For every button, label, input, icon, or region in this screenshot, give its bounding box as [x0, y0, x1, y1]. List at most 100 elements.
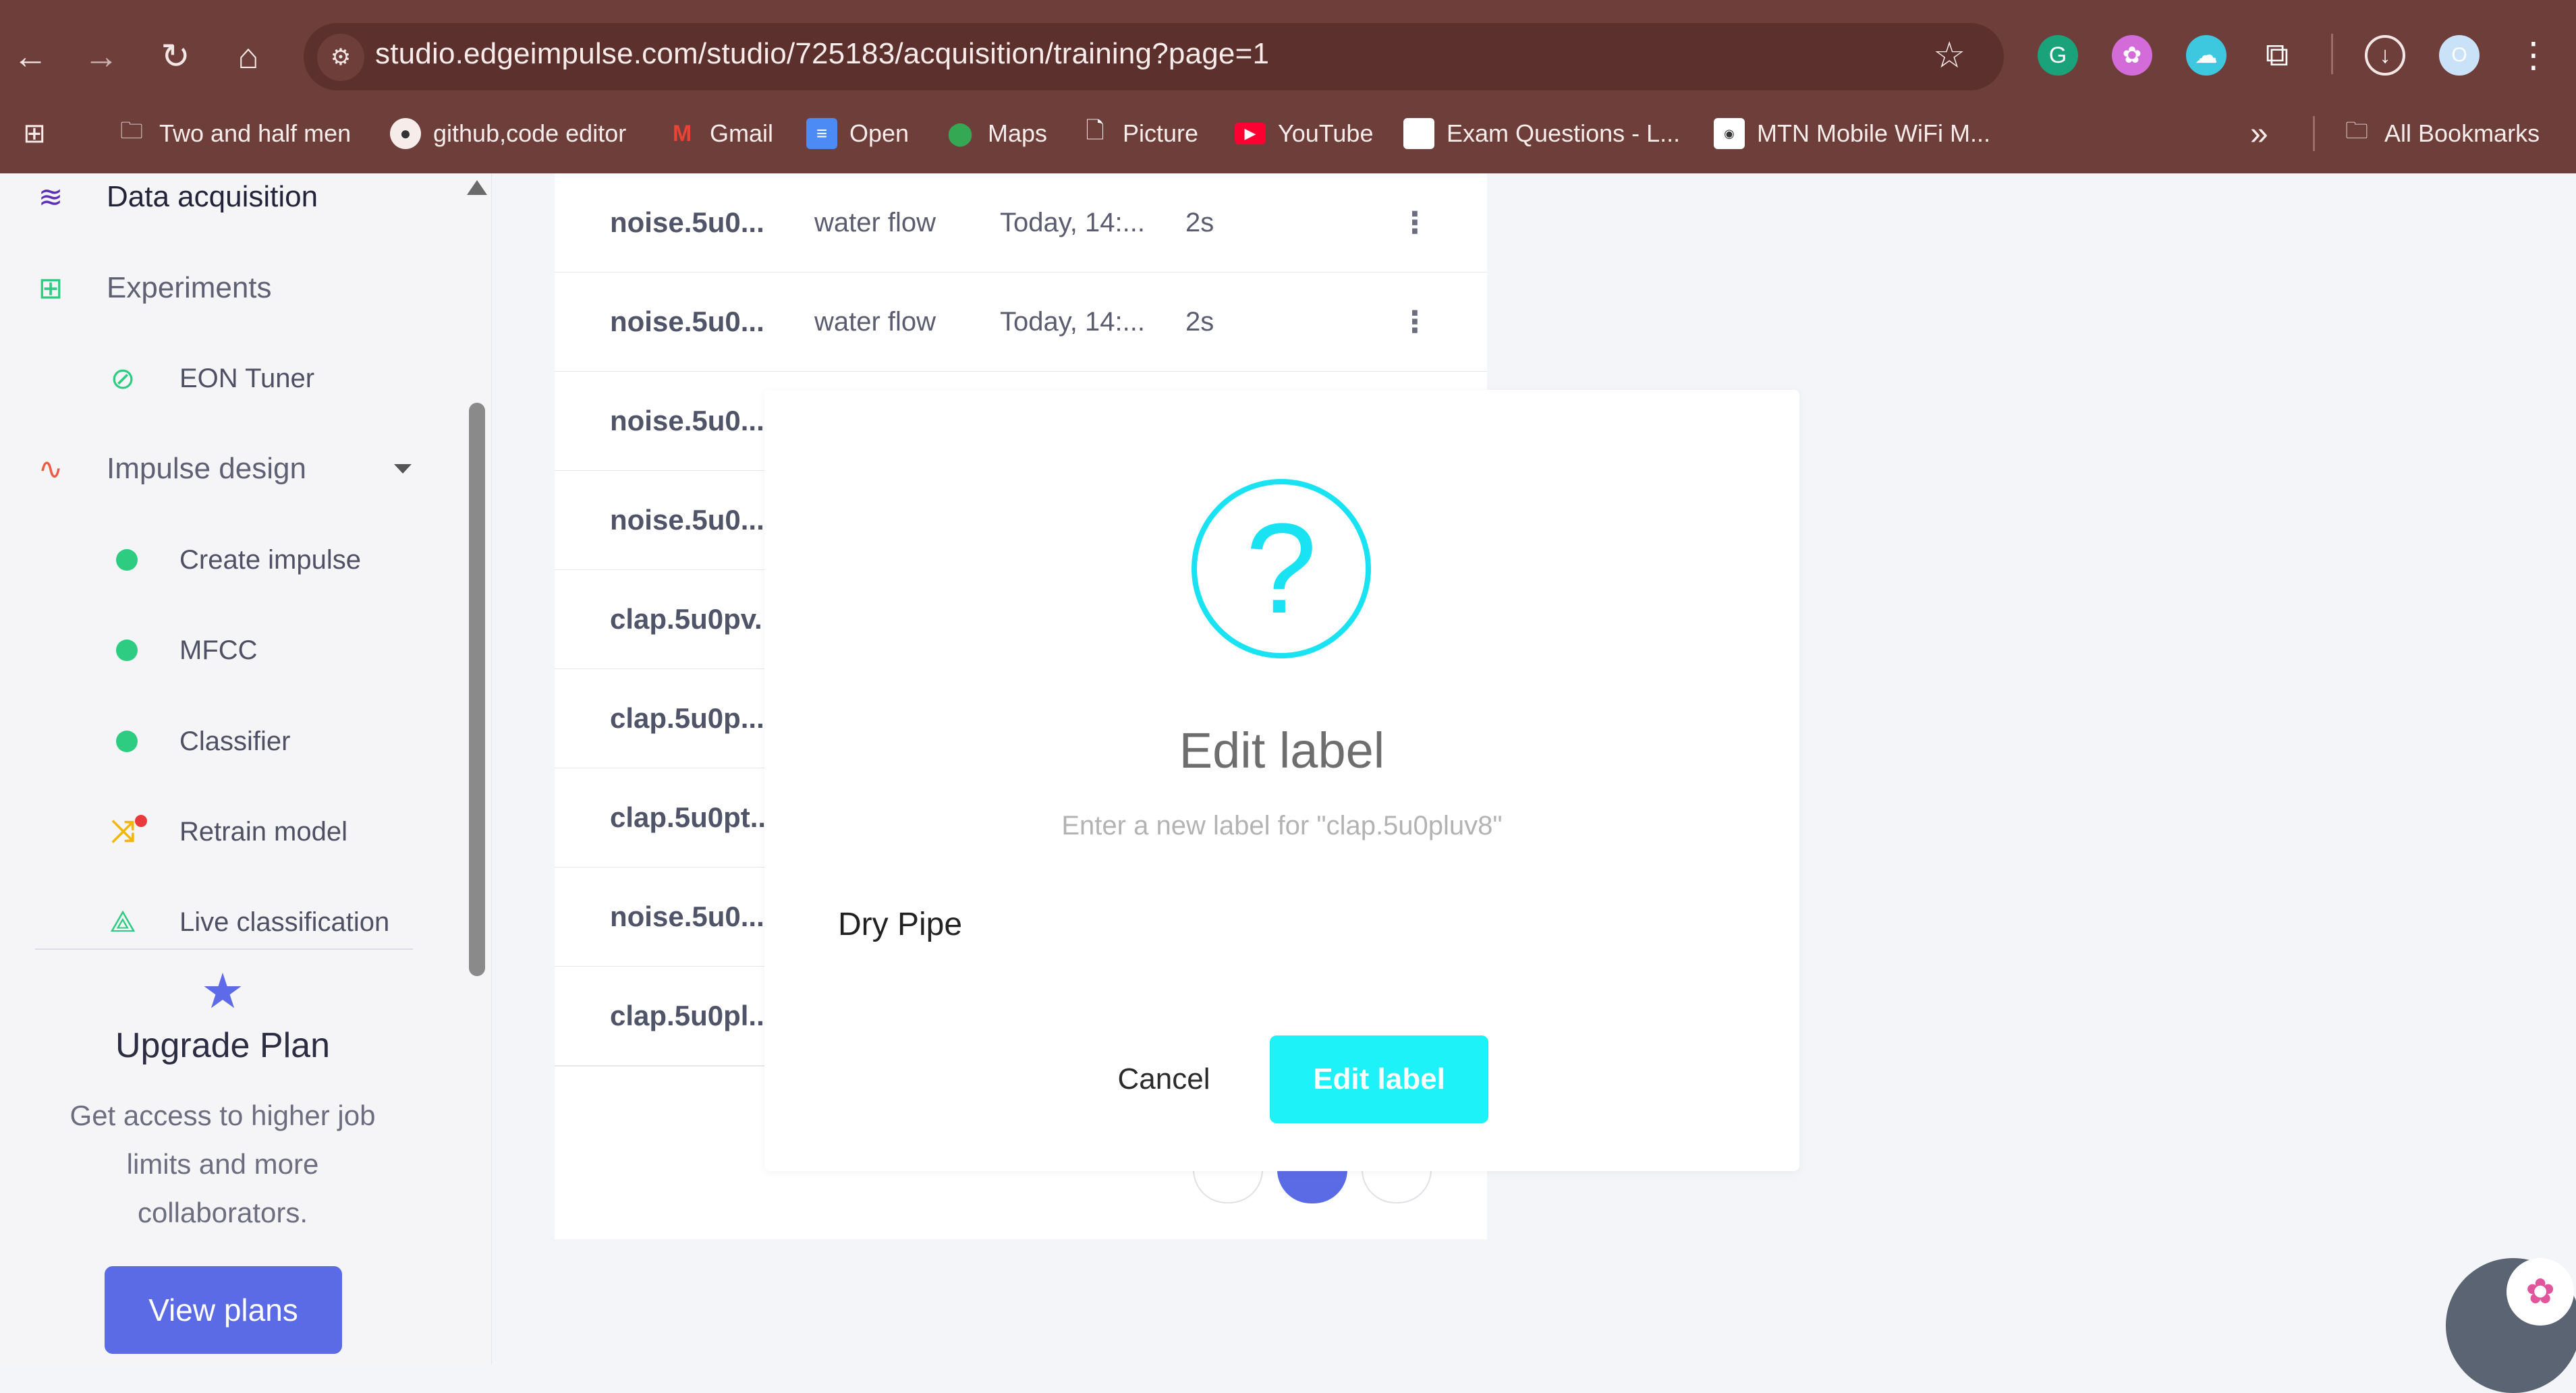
edit-label-button[interactable]: Edit label	[1270, 1035, 1488, 1123]
bookmark-label: Open	[849, 119, 909, 147]
sidebar-item-label: Classifier	[179, 726, 291, 756]
sample-name[interactable]: clap.5u0p...	[610, 669, 771, 768]
upgrade-plan-title: Upgrade Plan	[115, 1026, 330, 1065]
bookmark-label: Picture	[1123, 119, 1199, 147]
all-bookmarks-label: All Bookmarks	[2384, 119, 2540, 147]
back-arrow-icon: ←	[13, 37, 48, 76]
sample-name[interactable]: noise.5u0...	[610, 273, 771, 371]
apps-grid-icon[interactable]: ⊞	[19, 113, 62, 154]
sidebar-item-label: Impulse design	[107, 452, 306, 485]
bookmark-exam-questions[interactable]: Exam Questions - L...	[1403, 113, 1680, 154]
table-row[interactable]: noise.5u0... water flow Today, 14:... 2s ⋮	[555, 173, 1487, 273]
sample-label: water flow	[814, 207, 936, 237]
gmail-icon: M	[672, 120, 692, 146]
brain-extension-float-icon[interactable]: ✿	[2507, 1258, 2574, 1326]
bookmarks-overflow-button[interactable]: »	[2250, 113, 2268, 154]
folder-icon: 🗀	[120, 117, 143, 144]
sidebar-divider	[35, 948, 413, 950]
sample-name[interactable]: noise.5u0...	[610, 173, 771, 272]
sidebar-scrollbar-thumb[interactable]	[469, 403, 485, 976]
bookmark-two-and-half-men[interactable]: 🗀 Two and half men	[116, 113, 351, 154]
forward-arrow-icon: →	[84, 37, 119, 76]
sidebar-item-retrain-model[interactable]: ⤨ Retrain model	[0, 795, 472, 869]
mtn-icon: ◉	[1714, 118, 1745, 149]
sample-name[interactable]: clap.5u0pt..	[610, 768, 771, 867]
sidebar-item-experiments[interactable]: ⊞ Experiments	[0, 251, 472, 325]
sparkle-star-icon: ★	[200, 965, 245, 1019]
sidebar-item-mfcc[interactable]: MFCC	[0, 613, 472, 687]
bookmark-maps[interactable]: ⬤ Maps	[945, 113, 1047, 154]
bookmark-star-icon[interactable]: ☆	[1933, 34, 1965, 76]
profile-avatar[interactable]: O	[2439, 35, 2480, 76]
bookmark-mtn[interactable]: ◉ MTN Mobile WiFi M...	[1714, 113, 1990, 154]
row-menu-icon[interactable]: ⋮	[1395, 273, 1435, 371]
compass-icon: ⊘	[110, 362, 136, 395]
database-icon: ≋	[38, 180, 63, 214]
network-icon: ⟁	[109, 905, 136, 938]
sample-name[interactable]: noise.5u0...	[610, 471, 771, 569]
page-icon	[1403, 118, 1434, 149]
download-icon[interactable]: ↓	[2365, 35, 2405, 76]
bookmark-label: MTN Mobile WiFi M...	[1757, 119, 1990, 147]
sidebar-item-label: Data acquisition	[107, 180, 318, 213]
sample-name[interactable]: noise.5u0...	[610, 868, 771, 966]
sample-name[interactable]: noise.5u0...	[610, 372, 771, 470]
folder-icon: 🗀	[2345, 117, 2368, 144]
table-icon: ⊞	[38, 271, 63, 305]
toolbar-divider	[2331, 34, 2333, 74]
reload-icon: ↻	[161, 37, 190, 76]
view-plans-button[interactable]: View plans	[105, 1266, 342, 1354]
bookmark-gmail[interactable]: M Gmail	[667, 113, 773, 154]
sidebar-item-label: MFCC	[179, 635, 258, 665]
docs-icon: ≡	[806, 118, 837, 149]
sidebar-item-label: Live classification	[179, 907, 390, 937]
youtube-icon: ▶	[1235, 123, 1266, 144]
site-info-icon[interactable]: ⚙	[317, 34, 364, 81]
sample-label: water flow	[814, 306, 936, 337]
bookmark-picture[interactable]: 🗋 Picture	[1080, 113, 1198, 154]
file-icon: 🗋	[1086, 117, 1104, 144]
bookmark-youtube[interactable]: ▶ YouTube	[1235, 113, 1373, 154]
bookmark-label: Two and half men	[159, 119, 352, 147]
status-dot-icon	[107, 630, 147, 671]
sidebar-item-create-impulse[interactable]: Create impulse	[0, 523, 472, 597]
brain-extension-icon[interactable]: ✿	[2112, 35, 2152, 76]
sidebar-item-impulse-design[interactable]: ∿ Impulse design	[0, 432, 472, 506]
all-bookmarks-button[interactable]: 🗀 All Bookmarks	[2341, 113, 2540, 154]
reload-button[interactable]: ↻	[148, 30, 202, 84]
github-icon: ●	[390, 118, 421, 149]
chevron-down-icon[interactable]	[394, 464, 412, 474]
sidebar-item-label: EON Tuner	[179, 363, 315, 393]
new-label-input[interactable]	[818, 890, 1600, 958]
url-text[interactable]: studio.edgeimpulse.com/studio/725183/acq…	[375, 37, 1269, 71]
bookmark-open[interactable]: ≡ Open	[806, 113, 909, 154]
maps-icon: ⬤	[947, 121, 974, 146]
cloud-extension-icon[interactable]: ☁	[2186, 35, 2227, 76]
back-button[interactable]: ←	[3, 30, 57, 84]
browser-menu-icon[interactable]: ⋮	[2513, 35, 2554, 76]
forward-button[interactable]: →	[74, 30, 128, 84]
dialog-subtitle: Enter a new label for "clap.5u0pluv8"	[1061, 811, 1503, 841]
home-button[interactable]: ⌂	[221, 30, 275, 84]
bookmarks-divider	[2313, 116, 2315, 151]
bookmark-label: Exam Questions - L...	[1447, 119, 1681, 147]
table-row[interactable]: noise.5u0... water flow Today, 14:... 2s ⋮	[555, 273, 1487, 372]
bookmark-github[interactable]: ● github,code editor	[390, 113, 626, 154]
scroll-up-arrow-icon[interactable]	[467, 180, 487, 195]
grammarly-extension-icon[interactable]: G	[2038, 35, 2078, 76]
profile-initial: O	[2451, 44, 2467, 66]
sample-name[interactable]: clap.5u0pv.	[610, 570, 771, 669]
status-dot-icon	[107, 721, 147, 762]
question-mark-glyph: ?	[1245, 497, 1317, 640]
sample-name[interactable]: clap.5u0pl..	[610, 967, 771, 1065]
extensions-puzzle-icon[interactable]: ⧉	[2257, 35, 2297, 76]
sidebar-item-data-acquisition[interactable]: ≋ Data acquisition	[0, 160, 472, 234]
row-menu-icon[interactable]: ⋮	[1395, 173, 1435, 272]
sidebar-item-label: Create impulse	[179, 544, 362, 575]
cancel-button[interactable]: Cancel	[1093, 1035, 1235, 1123]
sidebar-item-label: Retrain model	[179, 816, 348, 847]
sample-added-time: Today, 14:...	[1000, 306, 1145, 337]
upgrade-plan-text: Get access to higher job limits and more…	[69, 1100, 376, 1228]
sidebar-item-classifier[interactable]: Classifier	[0, 704, 472, 778]
sidebar-item-eon-tuner[interactable]: ⊘ EON Tuner	[0, 341, 472, 416]
